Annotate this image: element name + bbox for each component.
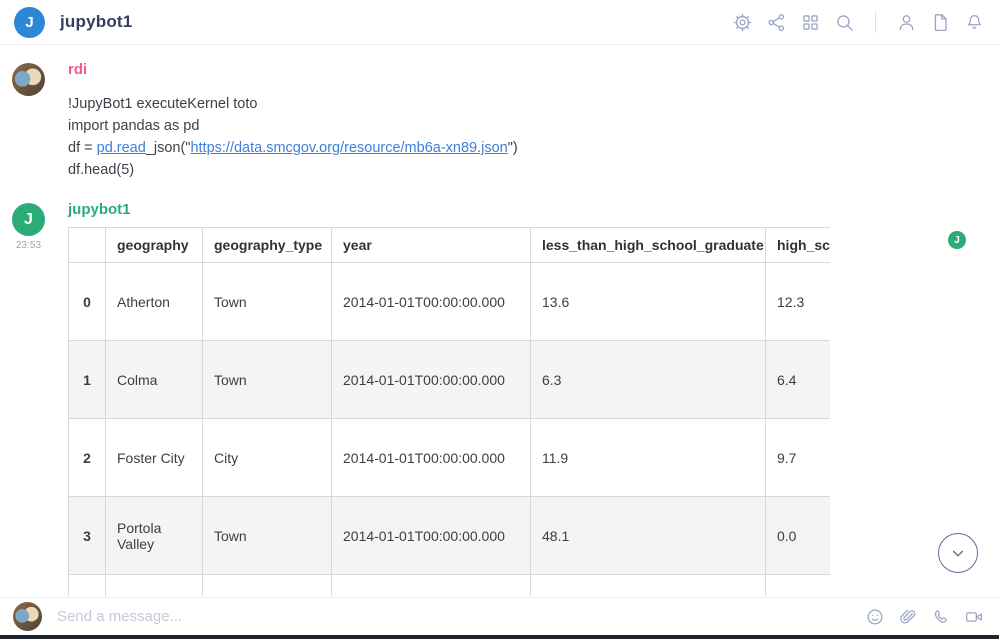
code-text: df.head(5) — [68, 162, 134, 178]
unread-jump-badge[interactable]: J — [948, 231, 966, 249]
paperclip-icon[interactable] — [898, 607, 918, 627]
pd-read-link[interactable]: pd.read — [97, 140, 146, 156]
window-bottom-edge — [0, 635, 999, 639]
table-cell: 11.9 — [531, 419, 766, 497]
table-cell: Atherton — [106, 263, 203, 341]
table-cell: 9.7 — [766, 419, 831, 497]
chat-window: J jupybot1 — [0, 0, 999, 639]
message-line: df.head(5) — [68, 159, 999, 181]
column-header-year: year — [332, 228, 531, 263]
composer-actions — [865, 607, 984, 627]
table-cell: 2 — [69, 419, 106, 497]
message-rdi: rdi !JupyBot1 executeKernel toto import … — [0, 61, 999, 181]
column-header-high-school: high_sc — [766, 228, 831, 263]
code-text: df = — [68, 140, 97, 156]
dataframe-table: geography geography_type year less_than_… — [68, 227, 830, 596]
dataset-url-link[interactable]: https://data.smcgov.org/resource/mb6a-xn… — [190, 140, 507, 156]
table-cell: 6.4 — [766, 341, 831, 419]
table-cell: 2014-01-01T00:00:00.000 — [332, 341, 531, 419]
table-cell — [203, 575, 332, 597]
username-jupybot1[interactable]: jupybot1 — [68, 201, 999, 218]
table-cell: 2014-01-01T00:00:00.000 — [332, 419, 531, 497]
channel-title: jupybot1 — [60, 12, 132, 32]
own-avatar — [13, 602, 42, 631]
channel-header: J jupybot1 — [0, 0, 999, 45]
header-divider — [875, 11, 876, 33]
video-camera-icon[interactable] — [964, 607, 984, 627]
message-timestamp: 23:53 — [12, 240, 45, 251]
username-rdi[interactable]: rdi — [68, 61, 999, 78]
share-network-icon[interactable] — [766, 12, 787, 33]
table-row: 1 Colma Town 2014-01-01T00:00:00.000 6.3… — [69, 341, 831, 419]
table-row: 3 Portola Valley Town 2014-01-01T00:00:0… — [69, 497, 831, 575]
column-header-index — [69, 228, 106, 263]
table-cell: Colma — [106, 341, 203, 419]
table-cell — [69, 575, 106, 597]
table-cell: 0 — [69, 263, 106, 341]
table-cell: Foster City — [106, 419, 203, 497]
dataframe-table-container: geography geography_type year less_than_… — [68, 227, 830, 596]
table-row-partial — [69, 575, 831, 597]
column-header-geography: geography — [106, 228, 203, 263]
bell-icon[interactable] — [964, 12, 985, 33]
message-list: rdi !JupyBot1 executeKernel toto import … — [0, 45, 999, 596]
document-icon[interactable] — [930, 12, 951, 33]
apps-grid-icon[interactable] — [800, 12, 821, 33]
table-row: 0 Atherton Town 2014-01-01T00:00:00.000 … — [69, 263, 831, 341]
table-cell — [106, 575, 203, 597]
code-text: ") — [508, 140, 518, 156]
table-cell: Town — [203, 497, 332, 575]
table-cell — [531, 575, 766, 597]
table-cell — [766, 575, 831, 597]
table-cell: Portola Valley — [106, 497, 203, 575]
avatar-rdi[interactable] — [12, 63, 45, 96]
user-icon[interactable] — [896, 12, 917, 33]
table-cell: 2014-01-01T00:00:00.000 — [332, 497, 531, 575]
message-input[interactable] — [57, 608, 865, 625]
message-jupybot1: J 23:53 jupybot1 geography geography_typ… — [0, 201, 999, 596]
code-text: import pandas as pd — [68, 118, 199, 134]
table-header-row: geography geography_type year less_than_… — [69, 228, 831, 263]
column-header-geography-type: geography_type — [203, 228, 332, 263]
table-cell — [332, 575, 531, 597]
avatar-jupybot1[interactable]: J — [12, 203, 45, 236]
message-line: !JupyBot1 executeKernel toto — [68, 93, 999, 115]
table-cell: 6.3 — [531, 341, 766, 419]
scroll-to-bottom-button[interactable] — [938, 533, 978, 573]
message-composer — [0, 597, 999, 635]
table-cell: 3 — [69, 497, 106, 575]
search-icon[interactable] — [834, 12, 855, 33]
table-cell: Town — [203, 263, 332, 341]
channel-avatar: J — [14, 7, 45, 38]
table-cell: City — [203, 419, 332, 497]
chevron-down-icon — [947, 542, 969, 564]
table-cell: 48.1 — [531, 497, 766, 575]
table-cell: 0.0 — [766, 497, 831, 575]
message-line: df = pd.read_json("https://data.smcgov.o… — [68, 137, 999, 159]
message-line: import pandas as pd — [68, 115, 999, 137]
phone-icon[interactable] — [931, 607, 951, 627]
emoji-icon[interactable] — [865, 607, 885, 627]
table-cell: 12.3 — [766, 263, 831, 341]
table-cell: Town — [203, 341, 332, 419]
code-text: _json(" — [146, 140, 191, 156]
gear-icon[interactable] — [732, 12, 753, 33]
table-cell: 1 — [69, 341, 106, 419]
code-text: !JupyBot1 executeKernel toto — [68, 96, 257, 112]
table-cell: 2014-01-01T00:00:00.000 — [332, 263, 531, 341]
header-actions — [732, 11, 985, 33]
table-cell: 13.6 — [531, 263, 766, 341]
column-header-less-than-hs: less_than_high_school_graduate — [531, 228, 766, 263]
table-row: 2 Foster City City 2014-01-01T00:00:00.0… — [69, 419, 831, 497]
